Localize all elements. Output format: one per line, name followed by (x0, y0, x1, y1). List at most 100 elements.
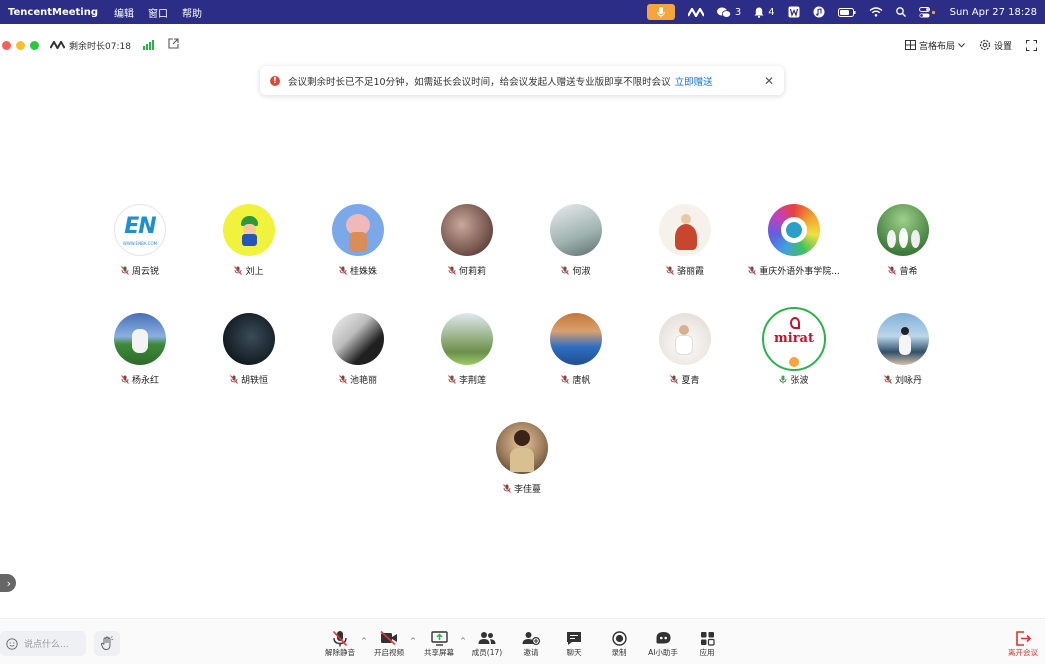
wifi-status[interactable] (869, 7, 883, 17)
settings-label: 设置 (993, 41, 1012, 52)
avatar (223, 313, 275, 365)
participant-name: 何淑 (572, 267, 591, 277)
participant-tile[interactable]: 刘咏丹 (848, 313, 958, 393)
layout-menu-button[interactable]: 宫格布局 (904, 39, 965, 52)
menu-window[interactable]: 窗口 (148, 5, 168, 20)
layout-menu-label: 宫格布局 (918, 41, 955, 52)
participant-tile[interactable]: 李佳蔓 (467, 422, 577, 502)
pop-out-icon[interactable] (168, 38, 179, 52)
expand-panel-handle[interactable]: › (0, 574, 16, 592)
participant-tile[interactable]: EN WWW.ENBA.COM 周云锐 (85, 204, 195, 284)
invite-button[interactable]: 邀请 (508, 629, 554, 658)
apps-label: 应用 (699, 648, 715, 657)
unmute-button[interactable]: 解除静音 ^ (317, 629, 367, 658)
share-screen-label: 共享屏幕 (424, 648, 454, 657)
participant-tile[interactable]: 池艳丽 (303, 313, 413, 393)
music-note-icon (813, 6, 825, 18)
gift-now-link[interactable]: 立即赠送 (675, 74, 713, 88)
network-signal-icon[interactable] (142, 40, 154, 50)
wechat-icon (716, 7, 731, 18)
search-icon (895, 7, 906, 17)
members-button[interactable]: 成员(17) (464, 629, 510, 658)
start-video-button[interactable]: 开启视频 ^ (366, 629, 416, 658)
fullscreen-button[interactable] (1026, 39, 1037, 51)
participant-tile[interactable]: 何淑 (521, 204, 631, 284)
app-menu-title[interactable]: TencentMeeting (8, 7, 98, 18)
participant-tile[interactable]: 桂姝姝 (303, 204, 413, 284)
mic-on-icon (780, 375, 787, 384)
participant-tile[interactable]: 李荆莲 (412, 313, 522, 393)
participant-name: 杨永红 (131, 376, 159, 386)
leave-meeting-button[interactable]: 离开会议 (1000, 629, 1045, 658)
participant-tile[interactable]: 重庆外语外事学院... (739, 204, 849, 284)
participant-name: 夏青 (681, 376, 700, 386)
gear-icon (979, 39, 991, 51)
participant-tile[interactable]: 刘上 (194, 204, 304, 284)
close-window-button[interactable] (2, 40, 11, 50)
notifications-tray[interactable]: 4 (754, 6, 775, 18)
grid-layout-icon (904, 40, 916, 50)
spotlight-search[interactable] (895, 7, 906, 17)
battery-status[interactable] (837, 7, 856, 17)
avatar: EN WWW.ENBA.COM (114, 204, 166, 256)
participant-tile[interactable]: 骆丽霞 (630, 204, 740, 284)
mic-in-use-indicator[interactable] (646, 4, 675, 20)
participant-tile[interactable]: 何莉莉 (412, 204, 522, 284)
avatar (877, 313, 929, 365)
avatar-logo-subtext: WWW.ENBA.COM (122, 241, 158, 246)
leave-meeting-label: 离开会议 (1008, 648, 1038, 657)
avatar-logo-text: EN (124, 214, 156, 239)
tencent-meeting-tray[interactable] (687, 7, 704, 17)
tencent-meeting-logo-icon (50, 41, 65, 49)
participant-tile[interactable]: mirat 张波 (739, 307, 849, 387)
participant-name: 骆丽霞 (676, 267, 704, 277)
clock[interactable]: Sun Apr 27 18:28 (950, 7, 1037, 18)
participant-name: 重庆外语外事学院... (759, 267, 840, 277)
zoom-window-button[interactable] (30, 40, 39, 50)
participant-tile[interactable]: 杨永红 (85, 313, 195, 393)
avatar (496, 422, 548, 474)
participant-name: 桂姝姝 (349, 267, 377, 277)
start-video-label: 开启视频 (374, 648, 404, 657)
macos-menu-bar: TencentMeeting 编辑 窗口 帮助 3 4 Sun Apr 27 1… (0, 0, 1045, 24)
menu-edit[interactable]: 编辑 (114, 5, 134, 20)
quick-chat-input[interactable]: 说点什么... (0, 631, 86, 656)
participant-tile[interactable]: 唐帆 (521, 313, 631, 393)
chat-button[interactable]: 聊天 (551, 629, 597, 658)
settings-button[interactable]: 设置 (979, 39, 1012, 52)
ai-assistant-button[interactable]: AI小助手 (640, 629, 686, 658)
leave-door-icon (1016, 630, 1031, 646)
word-tray[interactable] (788, 6, 800, 18)
participant-tile[interactable]: 夏青 (630, 313, 740, 393)
music-tray[interactable] (813, 6, 825, 18)
mic-muted-icon (503, 484, 511, 493)
close-notice-button[interactable]: ✕ (764, 74, 774, 88)
share-screen-button[interactable]: 共享屏幕 ^ (416, 629, 466, 658)
record-button[interactable]: 录制 (596, 629, 642, 658)
participant-name: 刘咏丹 (894, 376, 922, 386)
wechat-tray[interactable]: 3 (716, 6, 742, 18)
menu-help[interactable]: 帮助 (182, 5, 202, 20)
participant-tile[interactable]: 胡轶恒 (194, 313, 304, 393)
participant-name: 刘上 (245, 267, 264, 277)
speaker-badge-icon (789, 357, 799, 367)
avatar (768, 204, 820, 256)
mic-muted-icon (748, 266, 757, 275)
participant-name: 唐帆 (572, 376, 591, 386)
minimize-window-button[interactable] (16, 40, 25, 50)
bell-count: 4 (768, 6, 775, 18)
mic-muted-icon (670, 375, 679, 384)
wechat-count: 3 (734, 6, 742, 18)
document-w-icon (788, 6, 800, 18)
avatar (114, 313, 166, 365)
people-icon (478, 632, 496, 644)
avatar (550, 204, 602, 256)
raise-hand-button[interactable] (94, 631, 120, 656)
apps-button[interactable]: 应用 (684, 629, 730, 658)
participant-tile[interactable]: 曾希 (848, 204, 958, 284)
control-center[interactable] (918, 6, 937, 18)
avatar (659, 204, 711, 256)
mic-muted-icon (884, 375, 892, 384)
mic-muted-icon (339, 375, 347, 384)
mic-muted-icon (339, 266, 347, 275)
